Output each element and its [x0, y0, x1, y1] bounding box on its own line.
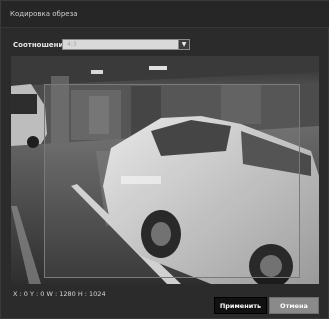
- cancel-button[interactable]: Отмена: [269, 297, 319, 314]
- crop-region-box[interactable]: [44, 84, 300, 278]
- apply-button[interactable]: Применить: [214, 297, 267, 314]
- ratio-selected-value: 4:3: [67, 41, 77, 48]
- ratio-label: Соотношение: [13, 41, 69, 49]
- ratio-select[interactable]: 4:3 ▼: [62, 39, 190, 50]
- camera-preview: [11, 56, 319, 284]
- chevron-down-icon[interactable]: ▼: [178, 40, 189, 49]
- dialog-title-bar: Кодировка обреза: [1, 1, 329, 28]
- crop-encoding-dialog: Кодировка обреза Соотношение 4:3 ▼ X: 0…: [0, 0, 329, 319]
- crop-coordinates: X : 0 Y : 0 W : 1280 H : 1024: [13, 290, 106, 298]
- dialog-title: Кодировка обреза: [10, 10, 78, 18]
